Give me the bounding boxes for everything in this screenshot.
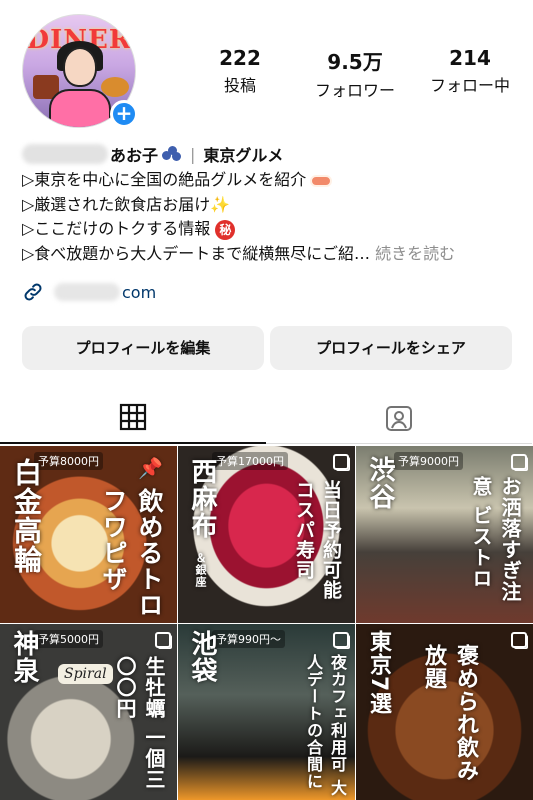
post-subtitle: 夜カフェ利用可 大人デートの合間に xyxy=(304,654,347,797)
post-subtitle: 飲めるトロフワピザ xyxy=(99,488,164,618)
stat-followers[interactable]: 9.5万 フォロワー xyxy=(305,46,405,101)
add-story-button[interactable]: + xyxy=(110,100,138,128)
carousel-icon xyxy=(511,632,527,648)
restaurant-sign: Spiral xyxy=(58,664,113,684)
post-subtitle: 生牡蠣 一個三〇〇円 xyxy=(113,656,166,790)
post-tile[interactable]: 予算17000円 西麻布 ＆銀座 当日予約可能 コスパ寿司 xyxy=(178,446,355,623)
following-label: フォロー中 xyxy=(429,76,510,95)
post-title: 神泉 xyxy=(9,630,39,684)
profile-stats: 222 投稿 9.5万 フォロワー 214 フォロー中 xyxy=(190,46,520,101)
post-budget: 予算990円〜 xyxy=(212,630,285,648)
profile-name-row: あお子 | 東京グルメ xyxy=(22,142,283,166)
post-tile[interactable]: 予算9000円 渋谷 お洒落すぎ注意 ビストロ xyxy=(356,446,533,623)
profile-link[interactable]: com xyxy=(22,280,156,304)
carousel-icon xyxy=(333,454,349,470)
avatar-body xyxy=(49,89,111,127)
edit-profile-button[interactable]: プロフィールを編集 xyxy=(22,326,264,370)
profile-avatar[interactable]: DINER + xyxy=(22,14,138,128)
posts-label: 投稿 xyxy=(223,76,256,95)
carousel-icon xyxy=(333,632,349,648)
bio-line-2-text: ▷厳選された飲食店お届け xyxy=(22,194,211,214)
link-suffix: com xyxy=(122,282,157,302)
bio-line-4: ▷食べ放題から大人デートまで縦横無尽にご紹… 続きを読む xyxy=(22,242,522,267)
followers-label: フォロワー xyxy=(314,81,395,100)
carousel-icon xyxy=(511,454,527,470)
blueberry-icon xyxy=(162,146,182,162)
secret-icon: 秘 xyxy=(215,219,236,240)
post-title: 池袋 xyxy=(187,630,217,684)
link-icon xyxy=(24,283,42,301)
followers-count: 9.5万 xyxy=(327,50,383,74)
pin-icon: 📌 xyxy=(138,456,163,480)
bio-line-3-text: ▷ここだけのトクする情報 xyxy=(22,219,211,238)
post-budget: 予算9000円 xyxy=(394,452,463,470)
post-tile[interactable]: 予算8000円 📌 白金高輪 飲めるトロフワピザ xyxy=(0,446,177,623)
post-tile[interactable]: 東京7選 褒められ飲み放題 xyxy=(356,624,533,800)
post-title: 西麻布 xyxy=(187,458,217,539)
post-subtitle: 褒められ飲み放題 xyxy=(421,644,478,782)
carousel-icon xyxy=(155,632,171,648)
stat-posts[interactable]: 222 投稿 xyxy=(190,46,290,101)
sushi-icon xyxy=(310,174,333,187)
post-title: 白金高輪 xyxy=(10,458,43,574)
blurred-link-domain xyxy=(54,283,120,301)
post-tile[interactable]: 予算5000円 神泉 Spiral 生牡蠣 一個三〇〇円 xyxy=(0,624,177,800)
post-budget: 予算17000円 xyxy=(212,452,288,470)
share-profile-button[interactable]: プロフィールをシェア xyxy=(270,326,512,370)
bio-line-2: ▷厳選された飲食店お届け✨ xyxy=(22,193,522,218)
post-subtitle: 当日予約可能 コスパ寿司 xyxy=(293,480,342,600)
post-title: 渋谷 xyxy=(365,456,395,510)
sparkles-icon: ✨ xyxy=(210,194,231,214)
post-tile[interactable]: 予算990円〜 池袋 夜カフェ利用可 大人デートの合間に xyxy=(178,624,355,800)
profile-bio: ▷東京を中心に全国の絶品グルメを紹介 ▷厳選された飲食店お届け✨ ▷ここだけのト… xyxy=(22,168,522,266)
plus-icon: + xyxy=(115,101,133,125)
stat-following[interactable]: 214 フォロー中 xyxy=(420,46,520,101)
tagged-person-icon xyxy=(386,405,412,431)
post-note: ＆銀座 xyxy=(194,552,207,588)
profile-category: 東京グルメ xyxy=(203,146,284,165)
tab-tagged[interactable] xyxy=(266,392,532,444)
read-more-link[interactable]: 続きを読む xyxy=(375,244,455,263)
display-name: あお子 xyxy=(110,146,159,165)
bio-line-3: ▷ここだけのトクする情報 秘 xyxy=(22,217,522,242)
post-subtitle: お洒落すぎ注意 ビストロ xyxy=(469,476,522,602)
name-separator: | xyxy=(190,144,196,164)
avatar-face xyxy=(63,47,97,87)
bio-line-1: ▷東京を中心に全国の絶品グルメを紹介 xyxy=(22,168,522,193)
profile-tabs xyxy=(0,392,533,444)
grid-icon xyxy=(119,403,147,431)
tab-posts-grid[interactable] xyxy=(0,392,266,444)
bio-line-4-text: ▷食べ放題から大人デートまで縦横無尽にご紹… xyxy=(22,243,370,263)
post-title: 東京7選 xyxy=(366,630,391,716)
post-budget: 予算5000円 xyxy=(34,630,103,648)
bio-line-1-text: ▷東京を中心に全国の絶品グルメを紹介 xyxy=(22,170,307,189)
following-count: 214 xyxy=(449,46,491,70)
posts-count: 222 xyxy=(219,46,261,70)
blurred-username xyxy=(22,144,108,164)
